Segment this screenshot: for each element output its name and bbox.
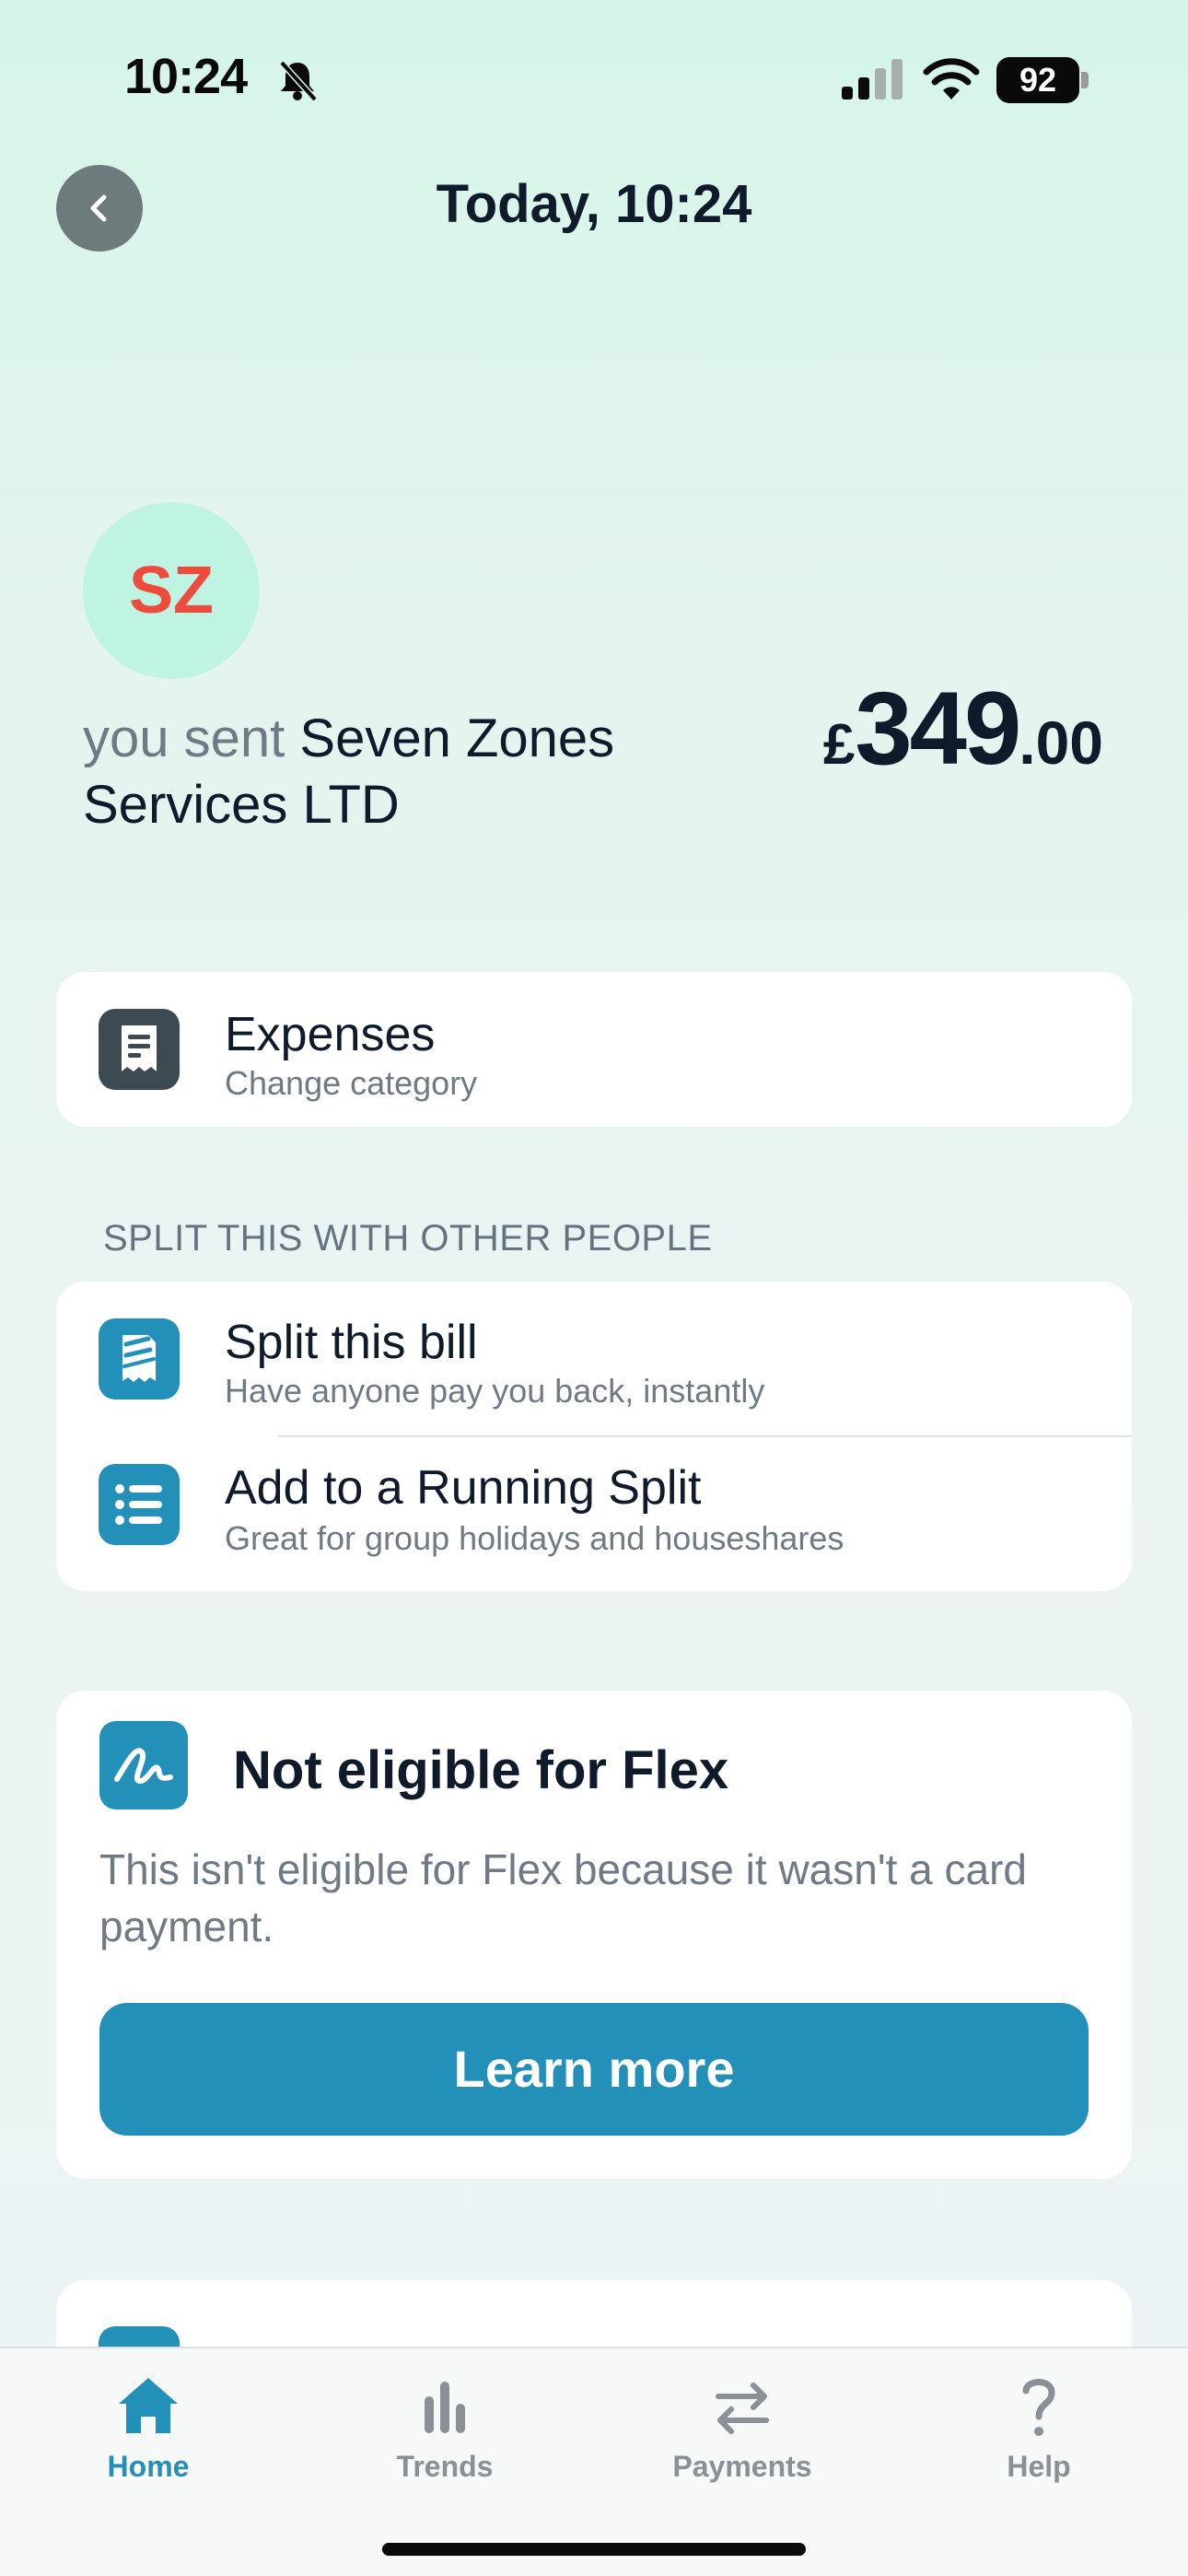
split-bill-title: Split this bill <box>225 1316 478 1369</box>
arrows-icon <box>716 2383 769 2434</box>
split-bill-subtitle: Have anyone pay you back, instantly <box>225 1372 765 1410</box>
wifi-icon <box>923 58 980 100</box>
split-bill-icon <box>99 1318 180 1399</box>
flex-title: Not eligible for Flex <box>233 1740 729 1800</box>
tab-home-label: Home <box>107 2450 190 2483</box>
receipt-icon <box>99 1009 180 1090</box>
tab-trends[interactable]: Trends <box>325 2348 565 2514</box>
amount-pence: .00 <box>1019 708 1103 777</box>
home-icon <box>119 2378 178 2433</box>
battery-tip <box>1081 72 1089 88</box>
category-card: Expenses Change category <box>56 972 1132 1127</box>
learn-more-button[interactable]: Learn more <box>99 2003 1089 2136</box>
tab-payments-label: Payments <box>672 2450 812 2483</box>
status-bar: 10:24 92 <box>0 0 1188 157</box>
question-icon <box>1022 2379 1055 2436</box>
signal-icon <box>842 59 903 100</box>
home-indicator <box>382 2543 806 2556</box>
bell-muted-icon <box>279 60 318 102</box>
flex-body: This isn't eligible for Flex because it … <box>99 1845 1028 1950</box>
change-category-row[interactable]: Expenses Change category <box>56 972 1132 1127</box>
tab-bar: Home Trends Payments Help <box>0 2347 1188 2576</box>
category-subtitle: Change category <box>225 1064 478 1102</box>
split-section-label: SPLIT THIS WITH OTHER PEOPLE <box>103 1218 713 1259</box>
transaction-description: you sent Seven Zones Services LTD <box>83 706 728 838</box>
page-title: Today, 10:24 <box>436 174 752 234</box>
running-split-title: Add to a Running Split <box>225 1461 702 1515</box>
tab-trends-label: Trends <box>396 2450 494 2483</box>
amount-currency: £ <box>822 713 856 777</box>
running-split-subtitle: Great for group holidays and houseshares <box>225 1519 844 1557</box>
list-icon <box>99 1464 180 1545</box>
flex-squiggle-icon <box>99 1721 188 1809</box>
tab-help[interactable]: Help <box>919 2348 1159 2514</box>
running-split-row[interactable]: Add to a Running Split Great for group h… <box>56 1436 1132 1591</box>
bar-chart-icon <box>425 2382 465 2433</box>
amount-main: 349 <box>855 671 1021 786</box>
tab-payments[interactable]: Payments <box>623 2348 862 2514</box>
category-title: Expenses <box>225 1008 436 1061</box>
split-card: Split this bill Have anyone pay you back… <box>56 1282 1132 1591</box>
transaction-amount: £ 349 .00 <box>823 669 1103 788</box>
battery-level: 92 <box>996 57 1079 103</box>
status-time: 10:24 <box>124 49 248 104</box>
tab-help-label: Help <box>1007 2450 1071 2483</box>
sent-prefix: you sent <box>83 708 285 768</box>
merchant-avatar[interactable]: SZ <box>83 502 260 679</box>
battery-indicator: 92 <box>996 57 1089 103</box>
split-bill-row[interactable]: Split this bill Have anyone pay you back… <box>56 1282 1132 1436</box>
tab-home[interactable]: Home <box>29 2348 268 2514</box>
